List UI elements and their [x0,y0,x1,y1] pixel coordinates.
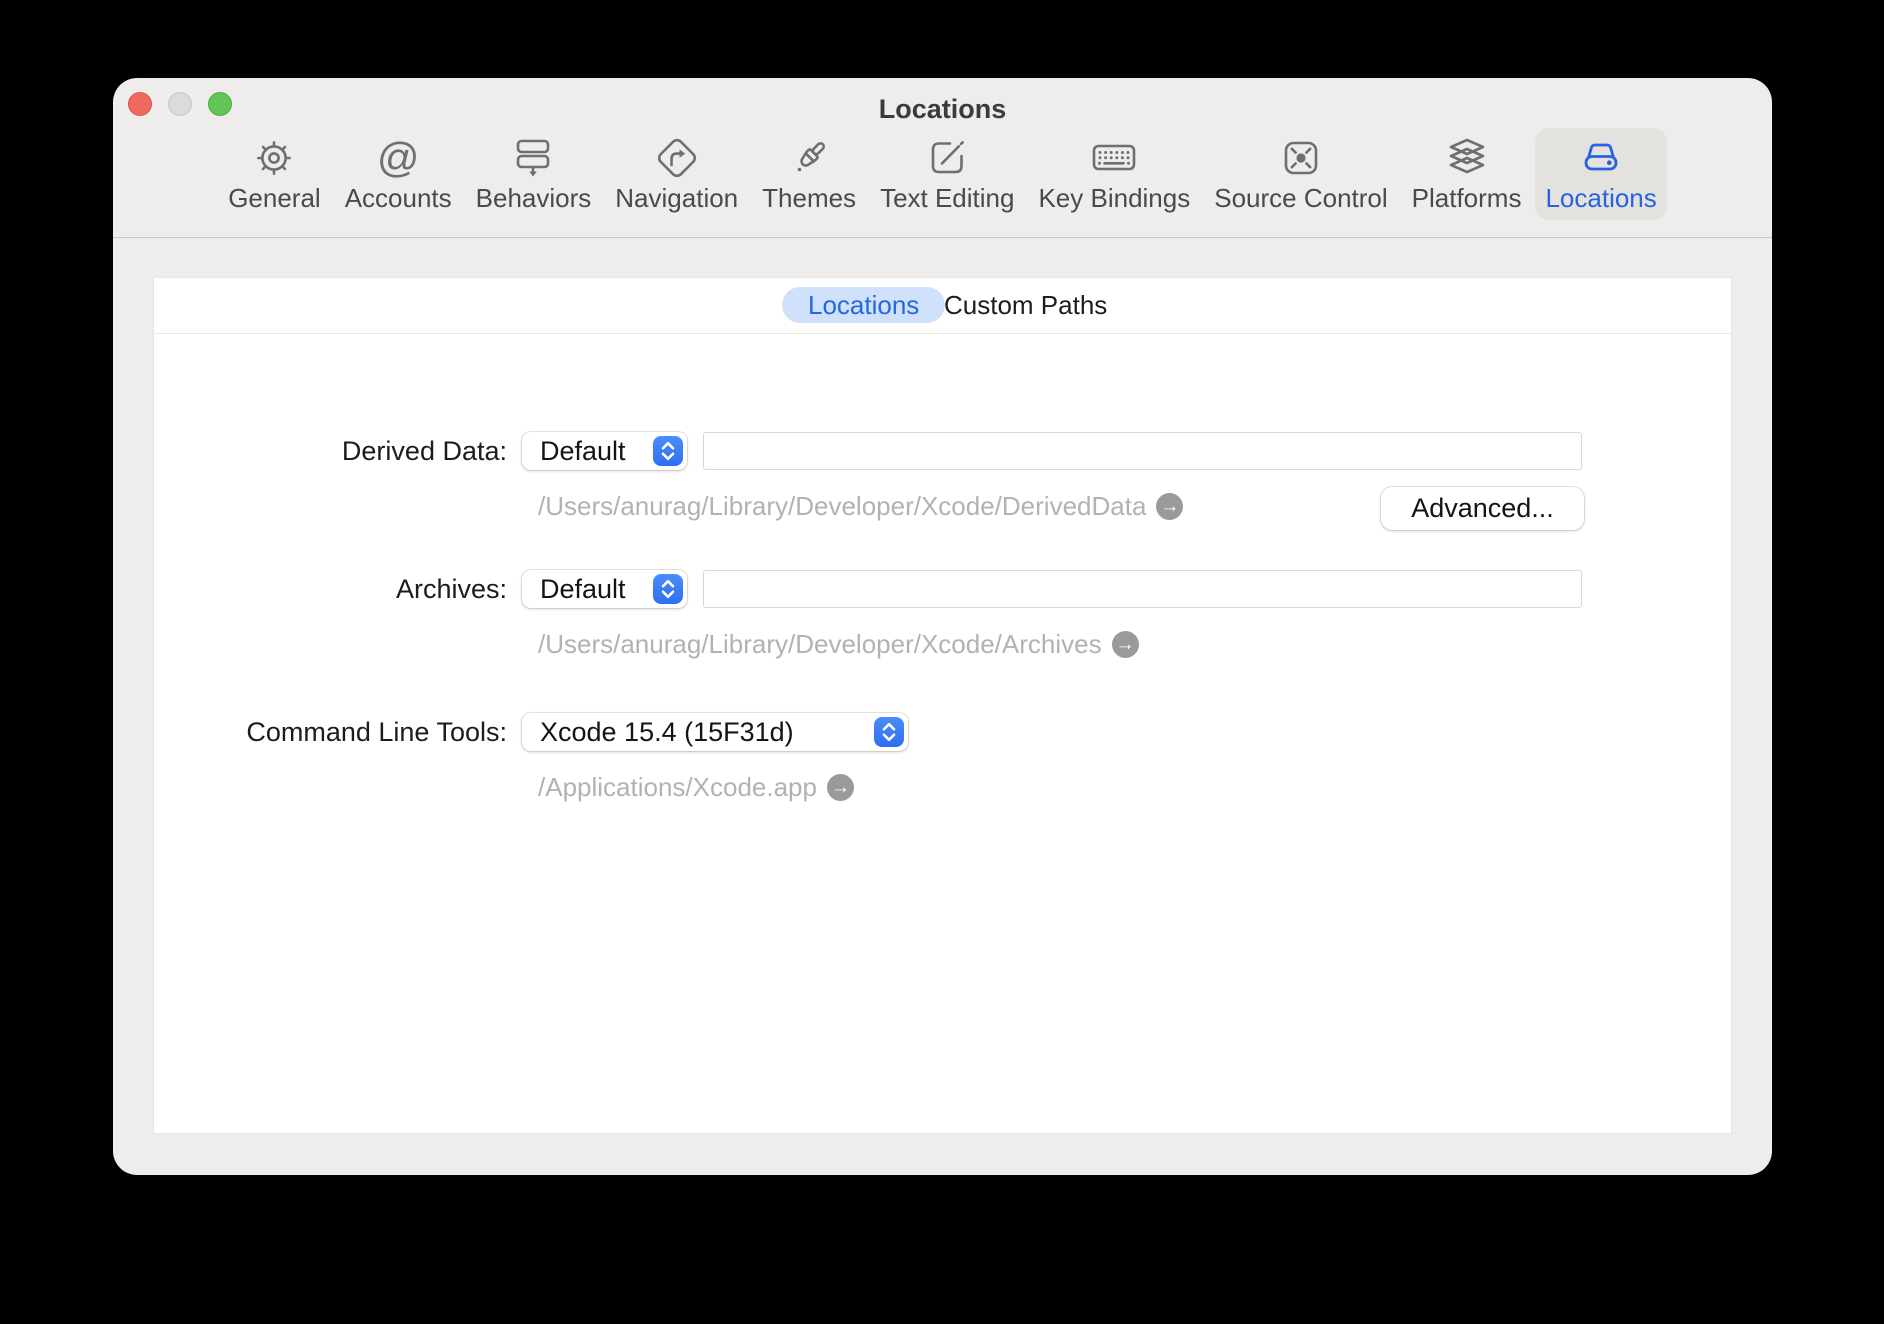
tab-label: Platforms [1412,183,1522,214]
tab-general[interactable]: General [218,128,331,220]
segmented-control: Locations Custom Paths [154,278,1731,334]
layers-icon [1444,134,1490,182]
tab-key-bindings[interactable]: Key Bindings [1028,128,1200,220]
tab-text-editing[interactable]: Text Editing [870,128,1024,220]
open-in-finder-arrow-icon[interactable]: → [827,774,854,801]
preferences-window: Locations G [113,78,1772,1175]
settings-panel: Locations Custom Paths Derived Data: Def… [153,277,1732,1134]
archives-label: Archives: [154,570,507,608]
advanced-button[interactable]: Advanced... [1381,487,1584,530]
tab-behaviors[interactable]: Behaviors [466,128,602,220]
tab-label: Navigation [615,183,738,214]
archives-popup[interactable]: Default [522,570,687,608]
source-control-icon [1279,134,1323,182]
command-line-tools-path: /Applications/Xcode.app [538,772,817,803]
behaviors-boxes-icon [513,134,553,182]
archives-path-row: /Users/anurag/Library/Developer/Xcode/Ar… [538,628,1139,660]
tab-label: Behaviors [476,183,592,214]
derived-data-path-row: /Users/anurag/Library/Developer/Xcode/De… [538,490,1183,522]
tab-label: Text Editing [880,183,1014,214]
segment-custom-paths[interactable]: Custom Paths [936,287,1115,323]
segment-locations[interactable]: Locations [782,287,945,323]
tab-platforms[interactable]: Platforms [1402,128,1532,220]
command-line-tools-path-row: /Applications/Xcode.app → [538,771,854,803]
derived-data-label: Derived Data: [154,432,507,470]
updown-chevron-icon [653,574,683,604]
derived-data-field[interactable] [703,432,1582,470]
keyboard-icon [1090,134,1138,182]
tab-label: Themes [762,183,856,214]
paintbrush-icon [787,134,831,182]
archives-path: /Users/anurag/Library/Developer/Xcode/Ar… [538,629,1102,660]
window-chrome: Locations G [113,78,1772,238]
popup-value: Xcode 15.4 (15F31d) [540,717,794,748]
tab-themes[interactable]: Themes [752,128,866,220]
updown-chevron-icon [874,717,904,747]
tab-label: Locations [1545,183,1656,214]
tab-label: Accounts [345,183,452,214]
tab-source-control[interactable]: Source Control [1204,128,1397,220]
open-in-finder-arrow-icon[interactable]: → [1156,493,1183,520]
preferences-toolbar: General @ Accounts [113,128,1772,220]
tab-label: Source Control [1214,183,1387,214]
tab-locations[interactable]: Locations [1535,128,1666,220]
updown-chevron-icon [653,436,683,466]
gear-icon [252,134,296,182]
window-title: Locations [113,94,1772,125]
at-icon: @ [377,134,420,182]
open-in-finder-arrow-icon[interactable]: → [1112,631,1139,658]
derived-data-popup[interactable]: Default [522,432,687,470]
tab-label: General [228,183,321,214]
tab-accounts[interactable]: @ Accounts [335,128,462,220]
popup-value: Default [540,574,626,605]
navigation-turn-arrow-icon [655,134,699,182]
tab-label: Key Bindings [1038,183,1190,214]
square-pencil-icon [925,134,969,182]
archives-field[interactable] [703,570,1582,608]
externaldrive-icon [1578,134,1624,182]
popup-value: Default [540,436,626,467]
command-line-tools-popup[interactable]: Xcode 15.4 (15F31d) [522,713,908,751]
tab-navigation[interactable]: Navigation [605,128,748,220]
command-line-tools-label: Command Line Tools: [154,713,507,751]
derived-data-path: /Users/anurag/Library/Developer/Xcode/De… [538,491,1146,522]
